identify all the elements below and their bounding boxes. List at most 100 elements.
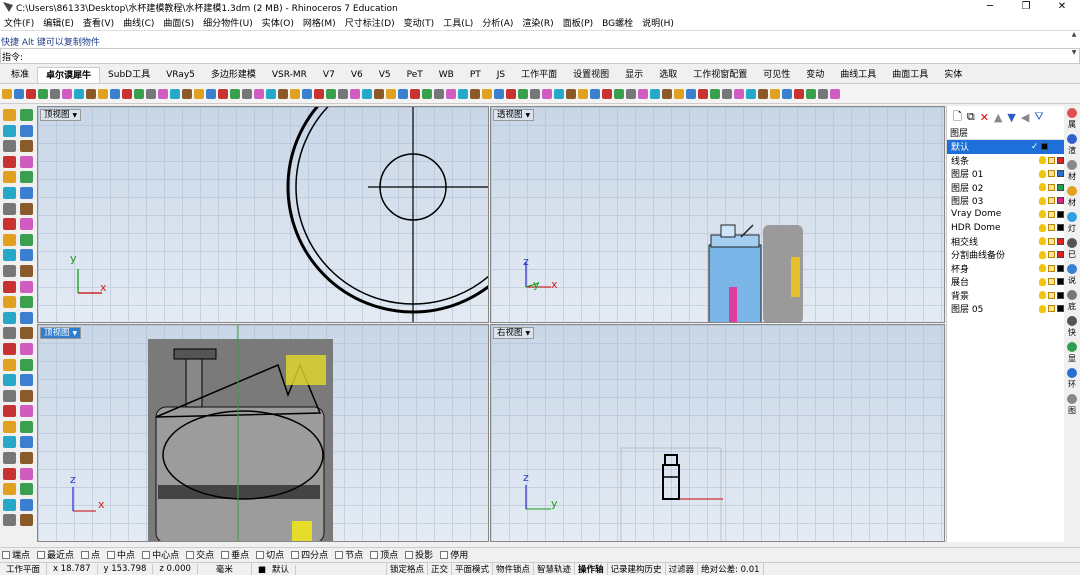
- osnap-checkbox[interactable]: 端点: [2, 548, 30, 561]
- toolbar-tool-icon[interactable]: [746, 88, 756, 99]
- tab-js[interactable]: JS: [489, 67, 513, 83]
- toolbar-tool-icon[interactable]: [770, 88, 780, 99]
- side-panel-tab[interactable]: 材: [1067, 160, 1077, 182]
- osnap-checkbox[interactable]: 节点: [335, 548, 363, 561]
- layer-color-swatch[interactable]: [1057, 197, 1064, 205]
- toolbar-tool-icon[interactable]: [758, 88, 768, 99]
- osnap-checkbox[interactable]: 最近点: [37, 548, 74, 561]
- side-panel-tab[interactable]: 渲: [1067, 134, 1077, 156]
- menu-mesh[interactable]: 网格(M): [303, 16, 336, 29]
- left-tool-icon[interactable]: [20, 483, 33, 496]
- visibility-bulb-icon[interactable]: [1039, 196, 1047, 205]
- toolbar-tool-icon[interactable]: [722, 88, 732, 99]
- layer-color-swatch[interactable]: [1057, 224, 1064, 232]
- left-tool-icon[interactable]: [20, 327, 33, 340]
- new-layer-icon[interactable]: 🗋: [953, 108, 962, 127]
- left-tool-icon[interactable]: [20, 467, 33, 480]
- tab-vsr-mr[interactable]: VSR-MR: [264, 67, 315, 83]
- tab-zhuoermo[interactable]: 卓尔谟犀牛: [37, 67, 101, 83]
- toolbar-tool-icon[interactable]: [446, 88, 456, 99]
- osnap-checkbox[interactable]: 中点: [107, 548, 135, 561]
- lock-icon[interactable]: [1048, 237, 1056, 245]
- toolbar-tool-icon[interactable]: [806, 88, 816, 99]
- menu-bg-bolt[interactable]: BG螺栓: [602, 16, 633, 29]
- left-tool-icon[interactable]: [3, 202, 16, 215]
- toolbar-tool-icon[interactable]: [122, 88, 132, 99]
- status-toggle[interactable]: 记录建构历史: [608, 562, 666, 575]
- toolbar-tool-icon[interactable]: [302, 88, 312, 99]
- left-tool-icon[interactable]: [20, 109, 33, 121]
- toolbar-tool-icon[interactable]: [134, 88, 144, 99]
- toolbar-tool-icon[interactable]: [782, 88, 792, 99]
- left-tool-icon[interactable]: [20, 389, 33, 402]
- layer-row[interactable]: 图层 05: [947, 302, 1064, 316]
- left-tool-icon[interactable]: [20, 202, 33, 215]
- left-tool-icon[interactable]: [3, 109, 16, 121]
- menu-solid[interactable]: 实体(O): [262, 16, 294, 29]
- left-tool-icon[interactable]: [3, 218, 16, 231]
- toolbar-tool-icon[interactable]: [326, 88, 336, 99]
- toolbar-tool-icon[interactable]: [74, 88, 84, 99]
- side-panel-tab[interactable]: 底: [1067, 290, 1077, 312]
- osnap-checkbox[interactable]: 切点: [256, 548, 284, 561]
- left-tool-icon[interactable]: [20, 264, 33, 277]
- left-tool-icon[interactable]: [3, 249, 16, 262]
- toolbar-tool-icon[interactable]: [470, 88, 480, 99]
- toolbar-tool-icon[interactable]: [278, 88, 288, 99]
- tab-wb[interactable]: WB: [431, 67, 462, 83]
- layer-row[interactable]: 分割曲线备份: [947, 248, 1064, 262]
- layer-row[interactable]: 图层 02: [947, 181, 1064, 195]
- layer-color-swatch[interactable]: [1057, 278, 1064, 286]
- status-toggle[interactable]: 平面模式: [452, 562, 493, 575]
- menu-panels[interactable]: 面板(P): [563, 16, 593, 29]
- lock-icon[interactable]: [1048, 291, 1056, 299]
- viewport-front[interactable]: 顶视图 ▼ z x: [37, 324, 489, 542]
- menu-tools[interactable]: 工具(L): [443, 16, 473, 29]
- osnap-checkbox[interactable]: 点: [81, 548, 100, 561]
- layer-row[interactable]: 图层 03: [947, 194, 1064, 208]
- command-input[interactable]: [25, 50, 1066, 62]
- status-toggle[interactable]: 物件锁点: [493, 562, 535, 575]
- toolbar-tool-icon[interactable]: [650, 88, 660, 99]
- toolbar-tool-icon[interactable]: [86, 88, 96, 99]
- toolbar-tool-icon[interactable]: [206, 88, 216, 99]
- left-tool-icon[interactable]: [3, 467, 16, 480]
- osnap-checkbox[interactable]: 四分点: [291, 548, 328, 561]
- side-panel-tab[interactable]: 已: [1067, 238, 1077, 260]
- left-tool-icon[interactable]: [20, 498, 33, 511]
- tab-transform[interactable]: 变动: [798, 67, 832, 83]
- menu-render[interactable]: 渲染(R): [522, 16, 553, 29]
- menu-file[interactable]: 文件(F): [4, 16, 34, 29]
- toolbar-tool-icon[interactable]: [290, 88, 300, 99]
- toolbar-tool-icon[interactable]: [794, 88, 804, 99]
- left-tool-icon[interactable]: [3, 342, 16, 355]
- toolbar-tool-icon[interactable]: [230, 88, 240, 99]
- left-tool-icon[interactable]: [3, 311, 16, 324]
- visibility-bulb-icon[interactable]: [1039, 291, 1047, 300]
- tab-select[interactable]: 选取: [651, 67, 685, 83]
- toolbar-tool-icon[interactable]: [710, 88, 720, 99]
- menu-curve[interactable]: 曲线(C): [123, 16, 154, 29]
- toolbar-tool-icon[interactable]: [674, 88, 684, 99]
- toolbar-tool-icon[interactable]: [494, 88, 504, 99]
- left-tool-icon[interactable]: [3, 389, 16, 402]
- toolbar-tool-icon[interactable]: [698, 88, 708, 99]
- layer-color-swatch[interactable]: [1057, 251, 1064, 259]
- viewport-perspective[interactable]: 透视图 ▼ z y x: [490, 106, 945, 323]
- move-left-icon[interactable]: ◀: [1021, 111, 1029, 124]
- toolbar-tool-icon[interactable]: [830, 88, 840, 99]
- toolbar-tool-icon[interactable]: [374, 88, 384, 99]
- menu-view[interactable]: 查看(V): [83, 16, 114, 29]
- left-tool-icon[interactable]: [3, 155, 16, 168]
- layer-color-swatch[interactable]: [1057, 183, 1064, 191]
- left-tool-icon[interactable]: [20, 124, 33, 137]
- toolbar-tool-icon[interactable]: [566, 88, 576, 99]
- toolbar-tool-icon[interactable]: [146, 88, 156, 99]
- layer-color-swatch[interactable]: [1057, 237, 1064, 245]
- left-tool-icon[interactable]: [3, 186, 16, 199]
- menu-help[interactable]: 说明(H): [642, 16, 674, 29]
- left-tool-icon[interactable]: [20, 186, 33, 199]
- toolbar-tool-icon[interactable]: [182, 88, 192, 99]
- left-tool-icon[interactable]: [3, 452, 16, 465]
- toolbar-tool-icon[interactable]: [662, 88, 672, 99]
